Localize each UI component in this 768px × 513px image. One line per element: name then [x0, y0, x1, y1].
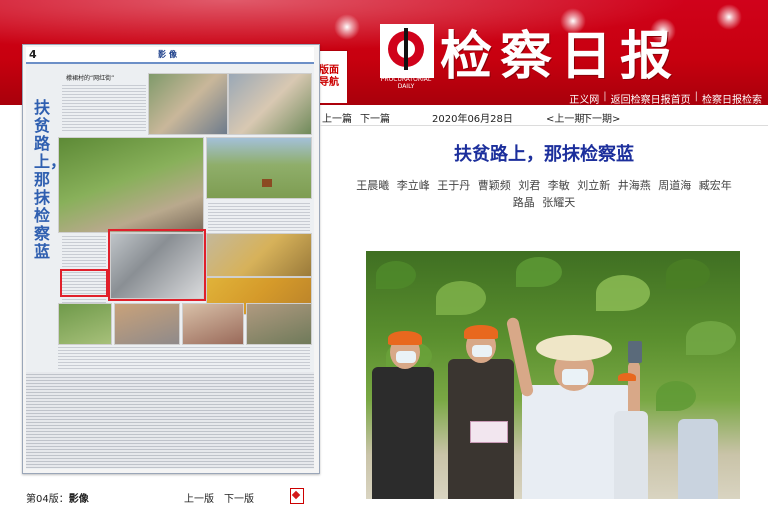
author-name: 王于丹 — [437, 179, 471, 192]
layout-nav-panel[interactable]: 版面导航 — [318, 50, 348, 104]
paper-inner-caption: 檬裙村的“网红街” — [66, 75, 115, 82]
paper-photo[interactable] — [58, 303, 112, 345]
paper-photo[interactable] — [58, 137, 204, 233]
page-label-prefix: 第04版： — [26, 494, 69, 505]
next-edition-link[interactable]: 下一版 — [224, 490, 254, 505]
top-link-zhengyi[interactable]: 正义网 — [569, 91, 599, 105]
author-name: 李立峰 — [396, 179, 430, 192]
author-name: 路晶 — [512, 196, 535, 209]
paper-text-block — [58, 347, 310, 369]
paper-photo[interactable] — [246, 303, 312, 345]
paper-text-block — [208, 201, 310, 231]
logo-subtitle: PROCURATORIAL DAILY — [380, 76, 432, 90]
paper-photo-cow — [262, 179, 272, 187]
prev-article-link[interactable]: 上一篇 — [322, 110, 352, 125]
masthead-title: 检察日报 — [440, 26, 681, 87]
paper-photo[interactable] — [114, 303, 180, 345]
paper-page-number: 4 — [29, 48, 37, 61]
author-name: 张耀天 — [542, 196, 576, 209]
prev-edition-link[interactable]: 上一版 — [184, 490, 214, 505]
sparkle-decoration — [334, 14, 360, 40]
article-main-photo[interactable] — [366, 251, 740, 499]
paper-photo[interactable] — [206, 233, 312, 277]
pdf-icon[interactable] — [290, 488, 304, 504]
paper-text-block — [62, 83, 146, 131]
page-label: 第04版：影像 — [26, 490, 89, 505]
author-name: 臧宏年 — [698, 179, 732, 192]
next-article-link[interactable]: 下一篇 — [360, 110, 390, 125]
layout-nav-label: 版面导航 — [319, 65, 339, 88]
paper-header-bar: 4 影像 — [26, 47, 314, 64]
author-name: 刘立新 — [577, 179, 611, 192]
next-issue-link[interactable]: 下一期> — [582, 110, 620, 125]
paper-photo[interactable] — [206, 137, 312, 199]
top-link-home[interactable]: 返回检察日报首页 — [611, 91, 691, 105]
prev-issue-link[interactable]: <上一期 — [546, 110, 584, 125]
paper-photo[interactable] — [182, 303, 244, 345]
article-nav-bar: 上一篇 下一篇 2020年06月28日 <上一期 下一期> — [320, 108, 768, 126]
sparkle-decoration — [716, 4, 742, 30]
paper-bottom-text — [26, 372, 314, 468]
author-name: 曹颖频 — [477, 179, 511, 192]
article-authors: 王晨曦 李立峰 王于丹 曹颖频 刘君 李敏 刘立新 井海燕 周道海 臧宏年 路晶… — [330, 177, 758, 211]
top-links: 正义网 | 返回检察日报首页 | 检察日报检索 — [569, 91, 762, 105]
author-name: 刘君 — [518, 179, 541, 192]
paper-photo[interactable] — [228, 73, 312, 135]
author-name: 井海燕 — [617, 179, 651, 192]
newspaper-page-thumbnail[interactable]: 4 影像 扶贫路上，那抹检察蓝 檬裙村的“网红街” — [26, 47, 314, 469]
author-name: 王晨曦 — [356, 179, 390, 192]
paper-vertical-title: 扶贫路上，那抹检察蓝 — [34, 98, 67, 261]
selected-article-highlight[interactable] — [108, 229, 206, 301]
author-name: 李敏 — [547, 179, 570, 192]
issue-date: 2020年06月28日 — [432, 114, 513, 125]
author-name: 周道海 — [658, 179, 692, 192]
paper-photo[interactable] — [148, 73, 228, 135]
selected-text-highlight[interactable] — [60, 269, 108, 297]
paper-section-name: 影像 — [158, 50, 180, 59]
top-link-search[interactable]: 检察日报检索 — [702, 91, 762, 105]
page-label-name: 影像 — [68, 494, 89, 505]
article-title: 扶贫路上，那抹检察蓝 — [454, 144, 634, 165]
procuratorate-logo-icon — [380, 24, 434, 78]
